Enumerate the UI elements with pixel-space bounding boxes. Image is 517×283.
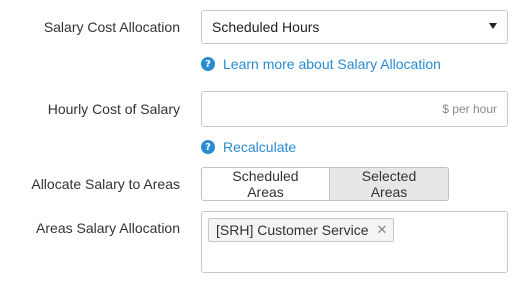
hourly-cost-label: Hourly Cost of Salary xyxy=(47,101,180,117)
recalculate-help-link[interactable]: ? Recalculate xyxy=(201,139,296,155)
selected-areas-button[interactable]: Selected Areas xyxy=(330,167,449,201)
caret-down-icon xyxy=(489,23,497,29)
allocate-salary-label: Allocate Salary to Areas xyxy=(31,176,180,192)
scheduled-areas-button[interactable]: Scheduled Areas xyxy=(201,167,330,201)
learn-more-link-text: Learn more about Salary Allocation xyxy=(223,56,441,72)
remove-tag-icon[interactable]: ✕ xyxy=(376,223,387,238)
question-circle-icon: ? xyxy=(201,57,215,71)
areas-tag-input[interactable]: [SRH] Customer Service ✕ xyxy=(201,211,508,273)
learn-more-help-link[interactable]: ? Learn more about Salary Allocation xyxy=(201,56,441,72)
recalculate-link-text: Recalculate xyxy=(223,139,297,155)
question-circle-icon: ? xyxy=(201,140,215,154)
areas-salary-allocation-label: Areas Salary Allocation xyxy=(36,220,180,236)
area-tag-label: [SRH] Customer Service xyxy=(216,222,369,238)
hourly-cost-input[interactable] xyxy=(201,91,508,127)
salary-cost-allocation-select[interactable]: Scheduled Hours xyxy=(201,10,508,44)
salary-cost-allocation-label: Salary Cost Allocation xyxy=(43,19,180,35)
area-tag: [SRH] Customer Service ✕ xyxy=(208,218,395,242)
allocate-areas-toggle-group: Scheduled Areas Selected Areas xyxy=(201,167,449,201)
salary-cost-allocation-value: Scheduled Hours xyxy=(212,19,320,35)
